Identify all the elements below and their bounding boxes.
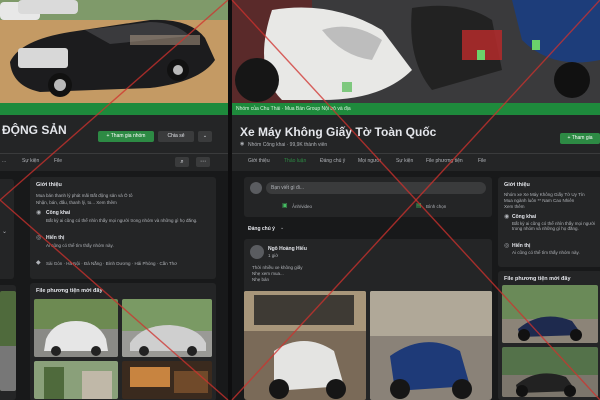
- left-cover-photo: [0, 0, 228, 103]
- right-group-subtitle: Nhóm Công khai · 99,9K thành viên: [248, 142, 328, 148]
- left-recent-media-card: File phương tiện mới đây: [30, 283, 216, 400]
- left-tab-bar: ... Sự kiện File ⌕ ⋯: [0, 153, 228, 169]
- right-about-heading: Giới thiệu: [504, 182, 530, 188]
- left-feed-card-fragment: ⌄: [0, 179, 14, 279]
- post-card: Ngô Hoàng Hiếu 1 giờ Thời nhiều xe không…: [244, 239, 492, 400]
- post-time[interactable]: 1 giờ: [268, 253, 278, 258]
- left-about-card: Giới thiệu Mua bán thanh lý phát mãi Bất…: [30, 177, 216, 279]
- globe-icon: ◉: [240, 141, 245, 147]
- tab-media[interactable]: File phương tiện: [426, 158, 463, 164]
- right-about-card: Giới thiệu Nhóm xe Xe Máy Không Giấy Tờ …: [498, 177, 600, 267]
- left-group-page: ĐỘNG SẢN + Tham gia nhóm Chia sẻ ⌄ ... S…: [0, 0, 228, 400]
- right-visible-label: Hiển thị: [512, 243, 531, 249]
- left-fragment-photo[interactable]: [0, 291, 16, 391]
- right-join-button[interactable]: + Tham gia: [560, 133, 600, 144]
- avatar: [250, 182, 262, 194]
- right-cover-strip: Nhóm của Chu Thái · Mua Bán Group Nội bộ…: [232, 103, 600, 115]
- left-location-tags: Sài Gòn · Hà Nội · Đà Nẵng · Bình Dương …: [46, 261, 178, 266]
- left-about-heading: Giới thiệu: [36, 182, 62, 188]
- left-body: ⌄ Giới thiệu Mua bán thanh lý phát mãi B…: [0, 171, 228, 400]
- right-cover-caption: Nhóm của Chu Thái · Mua Bán Group Nội bộ…: [236, 106, 351, 112]
- left-recent-media-heading: File phương tiện mới đây: [36, 288, 103, 294]
- left-about-line2: Nhận, bán, đấu, thanh lý, to... Xem thêm: [36, 200, 117, 205]
- media-thumb-motorbike-2[interactable]: [502, 347, 598, 397]
- location-icon: ◆: [36, 260, 41, 266]
- left-visible-desc: Ai cũng có thể tìm thấy nhóm này.: [46, 243, 114, 248]
- left-join-button[interactable]: + Tham gia nhóm: [98, 131, 154, 142]
- tab-about[interactable]: Giới thiệu: [248, 158, 270, 164]
- left-public-label: Công khai: [46, 210, 71, 216]
- composer-input[interactable]: Bạn viết gì đi...: [266, 182, 486, 194]
- left-share-button[interactable]: Chia sẻ: [158, 131, 194, 142]
- poll-icon[interactable]: ▤: [416, 203, 422, 209]
- right-group-page: Nhóm của Chu Thái · Mua Bán Group Nội bộ…: [232, 0, 600, 400]
- left-group-title: ĐỘNG SẢN: [2, 123, 67, 137]
- right-group-title: Xe Máy Không Giấy Tờ Toàn Quốc: [240, 125, 437, 139]
- media-thumb-motorbike[interactable]: [502, 285, 598, 343]
- tab-people[interactable]: Mọi người: [358, 158, 381, 164]
- left-tab-events[interactable]: Sự kiện: [22, 158, 39, 164]
- more-options-icon[interactable]: ⋯: [196, 157, 210, 167]
- media-thumb-silver-car[interactable]: [122, 299, 212, 357]
- tab-events[interactable]: Sự kiện: [396, 158, 413, 164]
- right-tab-bar: Giới thiệu Thảo luận Đáng chú ý Mọi ngườ…: [232, 153, 600, 169]
- left-public-desc: Bất kỳ ai cũng có thể nhìn thấy mọi ngườ…: [46, 218, 198, 223]
- left-about-line1: Mua bán thanh lý phát mãi Bất động sản v…: [36, 193, 133, 198]
- left-tab-1[interactable]: ...: [2, 158, 6, 164]
- right-recent-media-card: File phương tiện mới đây: [498, 271, 600, 400]
- eye-icon: ◎: [504, 243, 510, 249]
- post-text-3: Nhẹ bán: [252, 277, 270, 282]
- globe-icon: ◉: [504, 214, 510, 220]
- chevron-down-icon[interactable]: ⌄: [2, 229, 7, 235]
- media-thumb-car-interior[interactable]: [122, 361, 212, 399]
- post-author[interactable]: Ngô Hoàng Hiếu: [268, 246, 307, 252]
- left-visible-label: Hiển thị: [46, 235, 65, 241]
- feed-sort-label[interactable]: Đáng chú ý: [248, 226, 275, 232]
- composer-poll-action[interactable]: Bình chọn: [426, 204, 446, 209]
- post-text-2: Nhẹ xem mua...: [252, 271, 284, 276]
- eye-icon: ◎: [36, 235, 42, 241]
- left-cover-strip: [0, 103, 228, 115]
- right-body: Bạn viết gì đi... ▣ Ảnh/video ▤ Bình chọ…: [232, 171, 600, 400]
- media-thumb-white-car[interactable]: [34, 299, 118, 357]
- tab-featured[interactable]: Đáng chú ý: [320, 158, 345, 164]
- left-more-button[interactable]: ⌄: [198, 131, 212, 142]
- tab-discussion[interactable]: Thảo luận: [284, 158, 306, 164]
- photo-icon[interactable]: ▣: [282, 203, 288, 209]
- right-visible-desc: Ai cũng có thể tìm thấy nhóm này.: [512, 250, 580, 255]
- globe-icon: ◉: [36, 210, 42, 216]
- avatar: [250, 245, 264, 259]
- right-about-line1: Nhóm xe Xe Máy Không Giấy Tờ Uy Tín: [504, 192, 585, 197]
- media-thumb-street[interactable]: [34, 361, 118, 399]
- left-feed-card-fragment-2: [0, 285, 16, 400]
- composer-photo-action[interactable]: Ảnh/video: [292, 204, 312, 209]
- chevron-down-icon[interactable]: ⌄: [280, 226, 284, 231]
- right-public-label: Công khai: [512, 214, 537, 220]
- left-tab-files[interactable]: File: [54, 158, 62, 164]
- right-cover-photo: [232, 0, 600, 103]
- right-public-desc: Bất kỳ ai cũng có thể nhìn thấy mọi ngườ…: [512, 221, 596, 231]
- search-icon[interactable]: ⌕: [175, 157, 189, 167]
- right-about-line2: Mua ngành luôn ** Nam Cao Nhiên: [504, 198, 575, 203]
- post-text-1: Thời nhiều xe không giấy: [252, 265, 303, 270]
- post-photo-white-scooter[interactable]: [244, 291, 366, 400]
- right-about-see-more[interactable]: Xem thêm: [504, 204, 525, 209]
- tab-files[interactable]: File: [478, 158, 486, 164]
- post-composer-card: Bạn viết gì đi... ▣ Ảnh/video ▤ Bình chọ…: [244, 177, 492, 217]
- right-recent-media-heading: File phương tiện mới đây: [504, 276, 571, 282]
- post-photo-blue-scooter[interactable]: [370, 291, 492, 400]
